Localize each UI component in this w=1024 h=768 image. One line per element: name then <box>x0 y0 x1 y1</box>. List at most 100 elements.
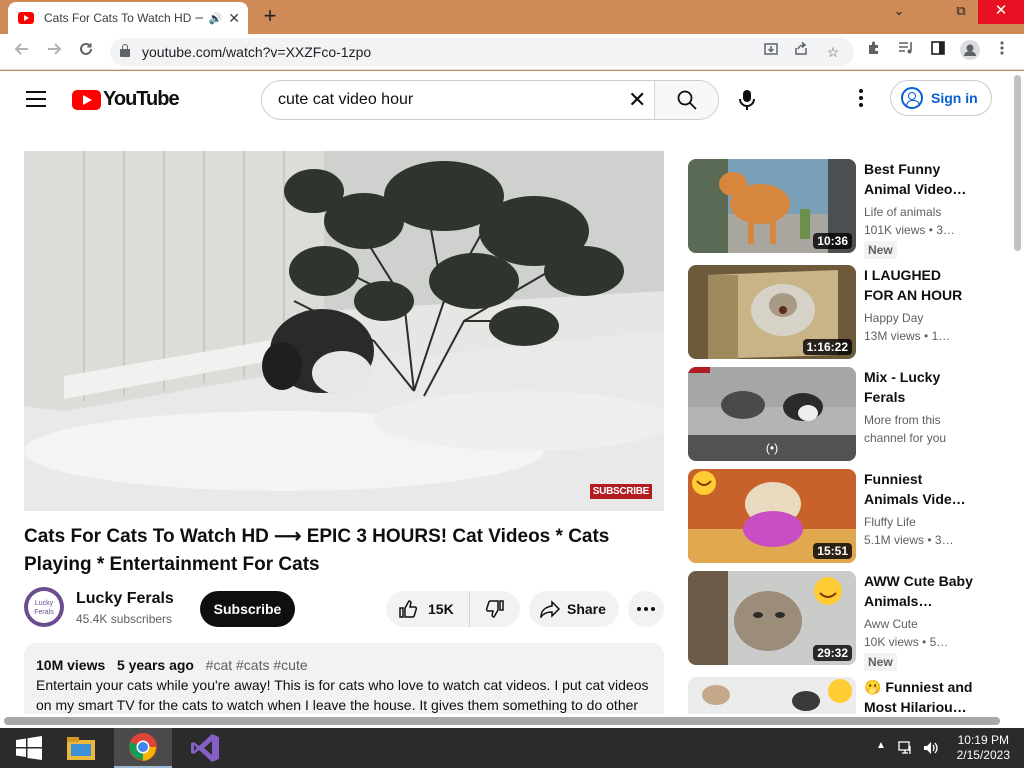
dislike-button[interactable] <box>470 599 520 619</box>
share-label: Share <box>567 601 606 617</box>
recommendation-views: 101K views • 3… <box>864 223 955 237</box>
file-explorer-icon[interactable] <box>52 728 110 768</box>
video-player[interactable]: SUBSCRIBE <box>24 151 664 511</box>
side-panel-icon[interactable] <box>926 40 950 64</box>
search-icon <box>677 90 697 110</box>
recommendation-item[interactable]: (•) Mix - Lucky Ferals More from this ch… <box>688 367 988 461</box>
horizontal-scrollbar[interactable] <box>0 714 1012 728</box>
recommendation-channel[interactable]: Happy Day <box>864 309 974 327</box>
channel-name[interactable]: Lucky Ferals <box>76 590 174 608</box>
clear-search-icon[interactable]: ✕ <box>628 89 646 111</box>
channel-avatar-label: Lucky Ferals <box>28 591 60 623</box>
browser-toolbar: youtube.com/watch?v=XXZFco-1zpo ☆ <box>0 34 1024 70</box>
browser-tab-active[interactable]: Cats For Cats To Watch HD ⟶ 🔊 ✕ <box>8 2 248 34</box>
forward-icon[interactable] <box>42 40 66 64</box>
new-badge: New <box>864 241 897 259</box>
recommendation-channel: More from this channel for you <box>864 413 947 445</box>
sign-in-label: Sign in <box>931 90 978 106</box>
recommendation-item[interactable]: 29:32 AWW Cute Baby Animals… Aww Cute 10… <box>688 571 988 671</box>
vertical-scrollbar[interactable] <box>1012 71 1024 728</box>
subscriber-count: 45.4K subscribers <box>76 612 173 626</box>
channel-avatar[interactable]: Lucky Ferals <box>24 587 64 627</box>
recommendation-channel[interactable]: Fluffy Life <box>864 513 974 531</box>
back-icon[interactable] <box>10 40 34 64</box>
recommendation-title[interactable]: 🫢 Funniest and Most Hilariou… <box>864 677 974 717</box>
visual-studio-icon[interactable] <box>176 728 234 768</box>
lock-icon[interactable] <box>120 44 130 58</box>
recommendation-title[interactable]: Mix - Lucky Ferals <box>864 367 974 407</box>
bookmark-star-icon[interactable]: ☆ <box>822 41 844 63</box>
video-title: Cats For Cats To Watch HD ⟶ EPIC 3 HOURS… <box>24 526 610 575</box>
volume-icon[interactable] <box>922 740 940 756</box>
browser-menu-icon[interactable] <box>990 40 1014 64</box>
taskbar-clock[interactable]: 10:19 PM 2/15/2023 <box>957 733 1010 763</box>
view-count: 10M views <box>36 657 106 673</box>
tab-close-icon[interactable]: ✕ <box>228 10 240 27</box>
share-page-icon[interactable] <box>790 41 812 63</box>
recommendation-thumbnail[interactable]: 29:32 <box>688 571 856 665</box>
recommendation-thumbnail[interactable]: 10:36 <box>688 159 856 253</box>
tab-search-icon[interactable]: ⌄ <box>882 0 916 24</box>
recommendation-thumbnail[interactable]: (•) <box>688 367 856 461</box>
video-duration: 15:51 <box>813 543 852 559</box>
like-button[interactable]: 15K <box>386 591 470 627</box>
vertical-scrollbar-thumb[interactable] <box>1014 75 1021 251</box>
recommendation-thumbnail[interactable]: 15:51 <box>688 469 856 563</box>
youtube-wordmark: YouTube <box>103 88 180 110</box>
recommendation-title[interactable]: AWW Cute Baby Animals… <box>864 571 974 611</box>
url-text[interactable]: youtube.com/watch?v=XXZFco-1zpo <box>142 44 371 60</box>
voice-search-mic-icon[interactable] <box>738 89 756 111</box>
close-window-button[interactable]: ✕ <box>978 0 1024 24</box>
hashtags[interactable]: #cat #cats #cute <box>206 657 308 673</box>
search-input[interactable] <box>278 89 608 111</box>
youtube-logo[interactable]: YouTube <box>72 88 180 111</box>
share-button[interactable]: Share <box>529 591 619 627</box>
more-horizontal-icon <box>637 607 655 611</box>
video-frame-image <box>24 151 664 511</box>
youtube-play-icon <box>72 89 101 110</box>
thumbs-up-icon <box>399 600 418 618</box>
clock-time: 10:19 PM <box>957 733 1009 747</box>
address-bar[interactable]: youtube.com/watch?v=XXZFco-1zpo ☆ <box>110 38 854 66</box>
recommendation-title[interactable]: Best Funny Animal Video… <box>864 159 974 199</box>
new-badge: New <box>864 653 897 671</box>
recommendation-channel[interactable]: Life of animals <box>864 203 974 221</box>
show-hidden-icons-icon[interactable]: ▲ <box>876 740 886 751</box>
hamburger-menu-icon[interactable] <box>26 91 46 107</box>
subscribe-button[interactable]: Subscribe <box>200 591 295 627</box>
recommendation-title[interactable]: Funniest Animals Vide… <box>864 469 974 509</box>
recommendation-item[interactable]: 15:51 Funniest Animals Vide… Fluffy Life… <box>688 469 988 563</box>
video-duration: 29:32 <box>813 645 852 661</box>
recommendation-item[interactable]: 10:36 Best Funny Animal Video… Life of a… <box>688 159 988 259</box>
recommendation-title[interactable]: I LAUGHED FOR AN HOUR😹… <box>864 265 974 305</box>
reload-icon[interactable] <box>74 40 98 64</box>
video-duration: 10:36 <box>813 233 852 249</box>
account-circle-icon <box>901 87 923 109</box>
install-icon[interactable] <box>760 41 782 63</box>
horizontal-scrollbar-thumb[interactable] <box>4 717 1000 725</box>
search-button[interactable] <box>654 81 718 119</box>
like-dislike-group: 15K <box>386 591 520 627</box>
chrome-taskbar-icon[interactable] <box>114 728 172 768</box>
recommendation-thumbnail[interactable]: 1:16:22 <box>688 265 856 359</box>
mix-playlist-icon: (•) <box>688 435 856 461</box>
subscribe-watermark[interactable]: SUBSCRIBE <box>589 484 652 499</box>
recommendation-item[interactable]: 1:16:22 I LAUGHED FOR AN HOUR😹… Happy Da… <box>688 265 988 359</box>
new-tab-button[interactable]: + <box>258 4 282 28</box>
sign-in-button[interactable]: Sign in <box>890 80 992 116</box>
network-icon[interactable] <box>898 740 914 756</box>
settings-more-icon[interactable] <box>858 89 864 109</box>
system-tray: ▲ <box>874 728 948 768</box>
description-text: Entertain your cats while you're away! T… <box>36 677 649 713</box>
extensions-icon[interactable] <box>862 40 886 64</box>
video-duration: 1:16:22 <box>802 339 852 355</box>
more-actions-button[interactable] <box>628 591 664 627</box>
profile-avatar-icon[interactable] <box>958 40 982 64</box>
recommendation-channel[interactable]: Aww Cute <box>864 615 974 633</box>
restore-window-button[interactable]: ⧉ <box>944 0 978 24</box>
like-count: 15K <box>428 601 454 617</box>
media-queue-icon[interactable] <box>894 40 918 64</box>
windows-start-icon[interactable] <box>0 728 58 768</box>
speaker-icon[interactable]: 🔊 <box>209 12 223 25</box>
upload-age: 5 years ago <box>116 657 194 673</box>
